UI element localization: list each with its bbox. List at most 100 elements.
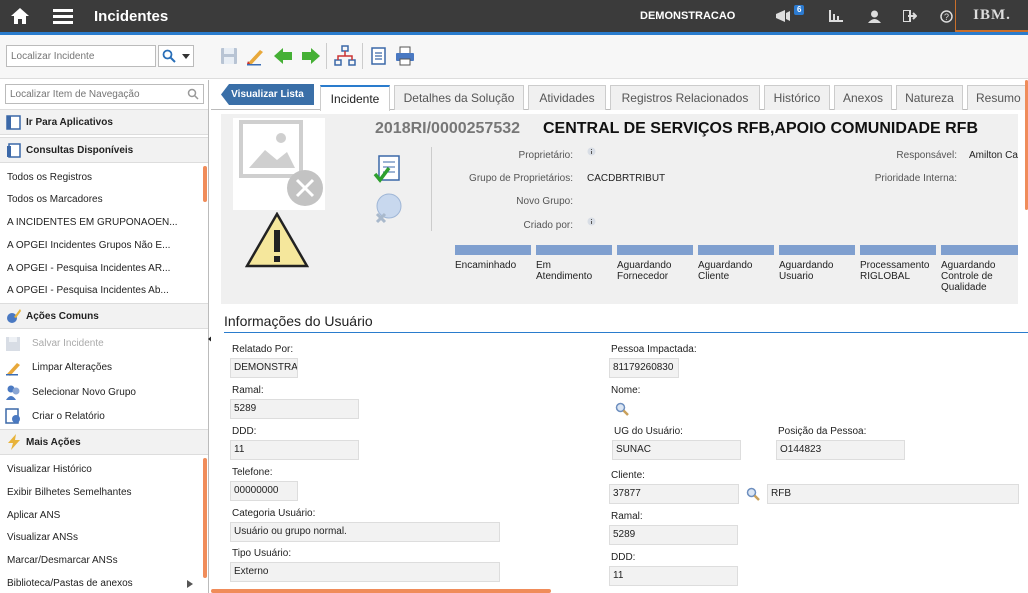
save-icon[interactable] [218,45,240,67]
app-title: Incidentes [94,7,169,25]
incident-search-input[interactable] [6,45,156,67]
type-field[interactable]: Externo [230,562,500,582]
ramal-label: Ramal: [232,385,264,396]
workflow-icon[interactable] [334,45,356,67]
affected-person-field[interactable]: 81179260830 [609,358,679,378]
section-label: Ir Para Aplicativos [26,116,113,128]
bulletin-icon[interactable] [774,0,792,32]
responsible-label: Responsável: [896,150,957,161]
top-bar: Incidentes DEMONSTRACAO 6 ? IBM. [0,0,1028,32]
search-icon[interactable] [615,402,629,416]
user-icon[interactable] [866,0,882,32]
clear-changes-icon[interactable] [244,45,266,67]
client-name-field[interactable]: RFB [767,484,1019,504]
client-ddd-field[interactable]: 11 [609,566,738,586]
category-label: Categoria Usuário: [232,508,316,519]
ddd-field[interactable]: 11 [230,440,359,460]
owner-group-value[interactable]: CACDBRTRIBUT [587,173,665,184]
checklist-icon[interactable] [373,154,403,186]
nav-search-input[interactable] [5,84,204,104]
print-icon[interactable] [394,45,416,67]
section-underline [224,332,1028,333]
tab-attachments[interactable]: Anexos [834,85,892,110]
save-icon [6,337,20,351]
more-action-item[interactable]: Marcar/Desmarcar ANSs [7,555,118,566]
section-common-actions[interactable]: Ações Comuns [0,303,208,329]
client-ramal-label: Ramal: [611,511,643,522]
search-options-button[interactable] [158,45,194,67]
more-action-item[interactable]: Visualizar Histórico [7,464,92,475]
query-item[interactable]: A OPGEI Incidentes Grupos Não E... [7,240,170,251]
info-icon[interactable] [587,217,596,226]
group-icon [6,385,20,400]
report-icon [5,408,20,424]
tab-history[interactable]: Histórico [764,85,830,110]
tab-solution-details[interactable]: Detalhes da Solução [394,85,524,110]
view-list-button[interactable]: Visualizar Lista [221,84,314,105]
more-action-item[interactable]: Aplicar ANS [7,510,60,521]
query-item[interactable]: A INCIDENTES EM GRUPONAOEN... [7,217,178,228]
tab-activities[interactable]: Atividades [528,85,606,110]
help-icon[interactable]: ? [938,0,954,32]
responsible-value[interactable]: Amilton Camp [969,150,1018,161]
next-arrow-icon[interactable] [300,45,322,67]
horizontal-scrollbar[interactable] [211,589,551,593]
logout-icon[interactable] [902,0,918,32]
section-queries[interactable]: Consultas Disponíveis [0,137,208,163]
navigation-sidebar: Ir Para Aplicativos Consultas Disponívei… [0,80,209,593]
create-report-action[interactable]: Criar o Relatório [32,411,105,422]
document-icon[interactable] [368,45,390,67]
stage-bar [860,245,936,255]
client-ramal-field[interactable]: 5289 [609,525,738,545]
toolbar-divider [362,43,363,69]
query-item[interactable]: Todos os Registros [7,172,92,183]
new-group-label: Novo Grupo: [516,196,573,207]
client-label: Cliente: [611,470,645,481]
no-image-icon [239,120,323,206]
tab-nature[interactable]: Natureza [896,85,963,110]
owner-label: Proprietário: [518,150,573,161]
tab-summary[interactable]: Resumo [967,85,1028,110]
tab-incident[interactable]: Incidente [320,85,390,111]
category-field[interactable]: Usuário ou grupo normal. [230,522,500,542]
phone-field[interactable]: 00000000 [230,481,298,501]
globe-icon[interactable] [373,192,403,224]
client-field[interactable]: 37877 [609,484,739,504]
section-more-actions[interactable]: Mais Ações [0,429,208,455]
image-placeholder[interactable] [233,118,325,210]
queries-scrollbar[interactable] [203,166,207,202]
stage-bar [455,245,531,255]
query-item[interactable]: A OPGEI - Pesquisa Incidentes AR... [7,263,170,274]
more-action-item[interactable]: Biblioteca/Pastas de anexos [7,578,133,589]
notification-badge: 6 [794,5,805,15]
clear-changes-action[interactable]: Limpar Alterações [32,362,112,373]
reported-by-field[interactable]: DEMONSTRA [230,358,298,378]
save-incident-action[interactable]: Salvar Incidente [32,338,104,349]
home-icon[interactable] [8,0,32,32]
position-field[interactable]: O144823 [776,440,905,460]
ramal-field[interactable]: 5289 [230,399,359,419]
more-action-item[interactable]: Exibir Bilhetes Semelhantes [7,487,132,498]
select-new-group-action[interactable]: Selecionar Novo Grupo [32,387,136,398]
more-actions-scrollbar[interactable] [203,458,207,578]
query-item[interactable]: A OPGEI - Pesquisa Incidentes Ab... [7,285,169,296]
menu-icon[interactable] [52,0,74,32]
stage-label: Aguardando Cliente [698,260,753,282]
search-icon[interactable] [746,487,760,501]
ug-field[interactable]: SUNAC [612,440,741,460]
more-action-item[interactable]: Visualizar ANSs [7,532,78,543]
previous-arrow-icon[interactable] [272,45,294,67]
stage-bar [941,245,1018,255]
chart-icon[interactable] [828,0,844,32]
tab-related-records[interactable]: Registros Relacionados [610,85,760,110]
priority-label: Prioridade Interna: [874,173,957,184]
search-icon [187,88,199,100]
info-icon[interactable] [587,147,596,156]
common-actions-icon [5,308,22,325]
section-go-to-apps[interactable]: Ir Para Aplicativos [0,109,208,135]
tab-bar: Visualizar Lista Incidente Detalhes da S… [211,80,1028,111]
name-label: Nome: [611,385,641,396]
user-info-title: Informações do Usuário [224,313,373,329]
stage-label: Aguardando Controle de Qualidade [941,260,996,293]
query-item[interactable]: Todos os Marcadores [7,194,103,205]
